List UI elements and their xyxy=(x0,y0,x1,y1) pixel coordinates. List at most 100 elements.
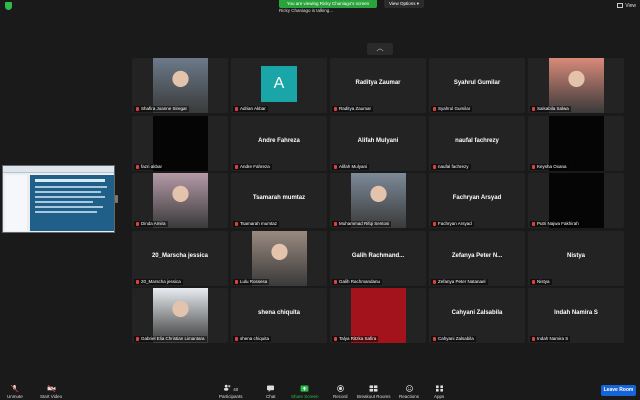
participant-name-text: Andre Fahreza xyxy=(240,164,270,169)
participant-name-text: Galih Rachmandanu xyxy=(339,279,381,284)
start-video-button[interactable]: Start Video xyxy=(40,385,62,399)
participant-name-text: Tsamarah mumtaz xyxy=(240,221,278,226)
participant-tile[interactable]: Indah Namira S Indah Namira S xyxy=(528,288,624,343)
participant-display-name: shena chiquita xyxy=(257,310,300,316)
grid-icon xyxy=(617,3,624,9)
mic-muted-icon xyxy=(136,279,139,284)
participant-display-name: Andre Fahreza xyxy=(258,138,300,144)
participant-name-text: Talya Ritzka Safira xyxy=(339,336,377,341)
mic-muted-icon xyxy=(136,221,139,226)
participants-button[interactable]: 40 Participants xyxy=(219,384,243,399)
participant-tile[interactable]: Shafira Joanne Siregar xyxy=(132,58,228,113)
participant-tile[interactable]: naufal fachrezy naufal fachrezy xyxy=(429,116,525,171)
mic-muted-icon xyxy=(235,221,238,226)
mic-muted-icon xyxy=(235,164,238,169)
participant-tile[interactable]: Alifah Mulyani Alifah Mulyani xyxy=(330,116,426,171)
mic-muted-icon xyxy=(136,106,139,111)
participant-name-text: Zefanya Peter Natanael xyxy=(438,279,486,284)
participant-name-text: shena chiquita xyxy=(240,336,270,341)
mic-muted-icon xyxy=(532,221,535,226)
participant-tile[interactable]: Fachryan Arsyad Fachryan Arsyad xyxy=(429,173,525,228)
leave-room-button[interactable]: Leave Room xyxy=(601,385,636,396)
mic-muted-icon xyxy=(433,221,436,226)
participant-tile[interactable]: Galih Rachmand... Galih Rachmandanu xyxy=(330,231,426,286)
participant-name-text: Fachryan Arsyad xyxy=(438,221,472,226)
chat-button[interactable]: Chat xyxy=(266,385,276,399)
mic-muted-icon xyxy=(433,164,436,169)
participant-display-name: Fachryan Arsyad xyxy=(452,195,502,201)
participant-tile[interactable]: Salsabila Salwa xyxy=(528,58,624,113)
breakout-rooms-icon xyxy=(369,385,378,392)
chat-label: Chat xyxy=(266,394,276,399)
mic-muted-icon xyxy=(136,164,139,169)
participant-video xyxy=(153,116,208,171)
resize-handle[interactable] xyxy=(115,195,118,203)
apps-button[interactable]: Apps xyxy=(434,385,444,399)
participant-tile[interactable]: 20_Marscha jessica 20_Marscha jessica xyxy=(132,231,228,286)
participant-tile[interactable]: Nistya Nistya xyxy=(528,231,624,286)
shared-screen-thumbnail[interactable] xyxy=(2,165,115,233)
smiley-icon xyxy=(405,385,413,392)
mic-muted-icon xyxy=(334,279,337,284)
mic-muted-icon xyxy=(532,106,535,111)
participant-name-label: Zefanya Peter Natanael xyxy=(431,279,488,285)
participant-display-name: Raditya Zaumar xyxy=(355,80,401,86)
mic-muted-icon xyxy=(235,106,238,111)
scroll-up-button[interactable]: ︿ xyxy=(367,43,393,55)
participant-tile[interactable]: Putri Najwa Fakhirah xyxy=(528,173,624,228)
participant-display-name: Indah Namira S xyxy=(554,310,598,316)
unmute-label: Unmute xyxy=(7,394,23,399)
view-button[interactable]: View xyxy=(617,2,636,10)
start-video-label: Start Video xyxy=(40,394,63,399)
participant-video xyxy=(252,231,307,286)
meeting-toolbar: Unmute Start Video 40 Participants Chat … xyxy=(0,380,640,400)
participant-tile[interactable]: Raditya Zaumar Raditya Zaumar xyxy=(330,58,426,113)
mic-muted-icon xyxy=(235,336,238,341)
view-label: View xyxy=(625,3,636,9)
participant-tile[interactable]: Keysha Oxana xyxy=(528,116,624,171)
shield-icon[interactable] xyxy=(5,2,12,10)
participant-name-label: Galih Rachmandanu xyxy=(332,279,383,285)
participant-name-label: Muhammad Rifqi Sentosi xyxy=(332,221,392,227)
participant-name-text: fazri akbar xyxy=(141,164,163,169)
participant-name-label: Fachryan Arsyad xyxy=(431,221,474,227)
participant-name-text: Raditya Zaumar xyxy=(339,106,372,111)
mic-muted-icon xyxy=(532,164,535,169)
participant-name-label: Salsabila Salwa xyxy=(530,106,571,112)
view-options-button[interactable]: View Options ▾ xyxy=(384,0,424,8)
participant-tile[interactable]: fazri akbar xyxy=(132,116,228,171)
participant-name-text: 20_Marscha jessica xyxy=(141,279,181,284)
participant-tile[interactable]: Dinda Amira xyxy=(132,173,228,228)
breakout-rooms-label: Breakout Rooms xyxy=(357,394,391,399)
record-icon xyxy=(336,385,344,392)
participant-name-label: shena chiquita xyxy=(233,336,272,342)
share-screen-label: Share Screen xyxy=(291,394,319,399)
participant-display-name: Nistya xyxy=(566,253,585,259)
participant-tile[interactable]: Tsamarah mumtaz Tsamarah mumtaz xyxy=(231,173,327,228)
participant-name-label: fazri akbar xyxy=(134,164,165,170)
record-label: Record xyxy=(333,394,348,399)
participant-display-name: Galih Rachmand... xyxy=(351,253,405,259)
reactions-button[interactable]: Reactions xyxy=(399,385,419,399)
participant-tile[interactable]: Gabriel Elia Christian Limantara xyxy=(132,288,228,343)
record-button[interactable]: Record xyxy=(333,385,348,399)
participant-tile[interactable]: Syahrul Gumilar Syahrul Gumilar xyxy=(429,58,525,113)
participant-name-text: Keysha Oxana xyxy=(537,164,567,169)
participant-tile[interactable]: shena chiquita shena chiquita xyxy=(231,288,327,343)
participant-tile[interactable]: Zefanya Peter N... Zefanya Peter Natanael xyxy=(429,231,525,286)
mic-muted-icon xyxy=(433,336,436,341)
participant-tile[interactable]: Cahyani Zalsabila Cahyani Zalsabila xyxy=(429,288,525,343)
participant-tile[interactable]: A Adrian Akbar xyxy=(231,58,327,113)
share-screen-button[interactable]: Share Screen xyxy=(291,385,319,399)
participant-tile[interactable]: Andre Fahreza Andre Fahreza xyxy=(231,116,327,171)
slide-text-line xyxy=(35,201,93,203)
participant-tile[interactable]: Muhammad Rifqi Sentosi xyxy=(330,173,426,228)
participant-tile[interactable]: Talya Ritzka Safira xyxy=(330,288,426,343)
unmute-button[interactable]: Unmute xyxy=(7,385,23,399)
participant-video xyxy=(153,173,208,228)
participant-name-label: Putri Najwa Fakhirah xyxy=(530,221,581,227)
chat-icon xyxy=(267,385,275,392)
participant-name-text: Muhammad Rifqi Sentosi xyxy=(339,221,390,226)
breakout-rooms-button[interactable]: Breakout Rooms xyxy=(357,385,391,399)
participant-tile[interactable]: Lulu Rossesa xyxy=(231,231,327,286)
